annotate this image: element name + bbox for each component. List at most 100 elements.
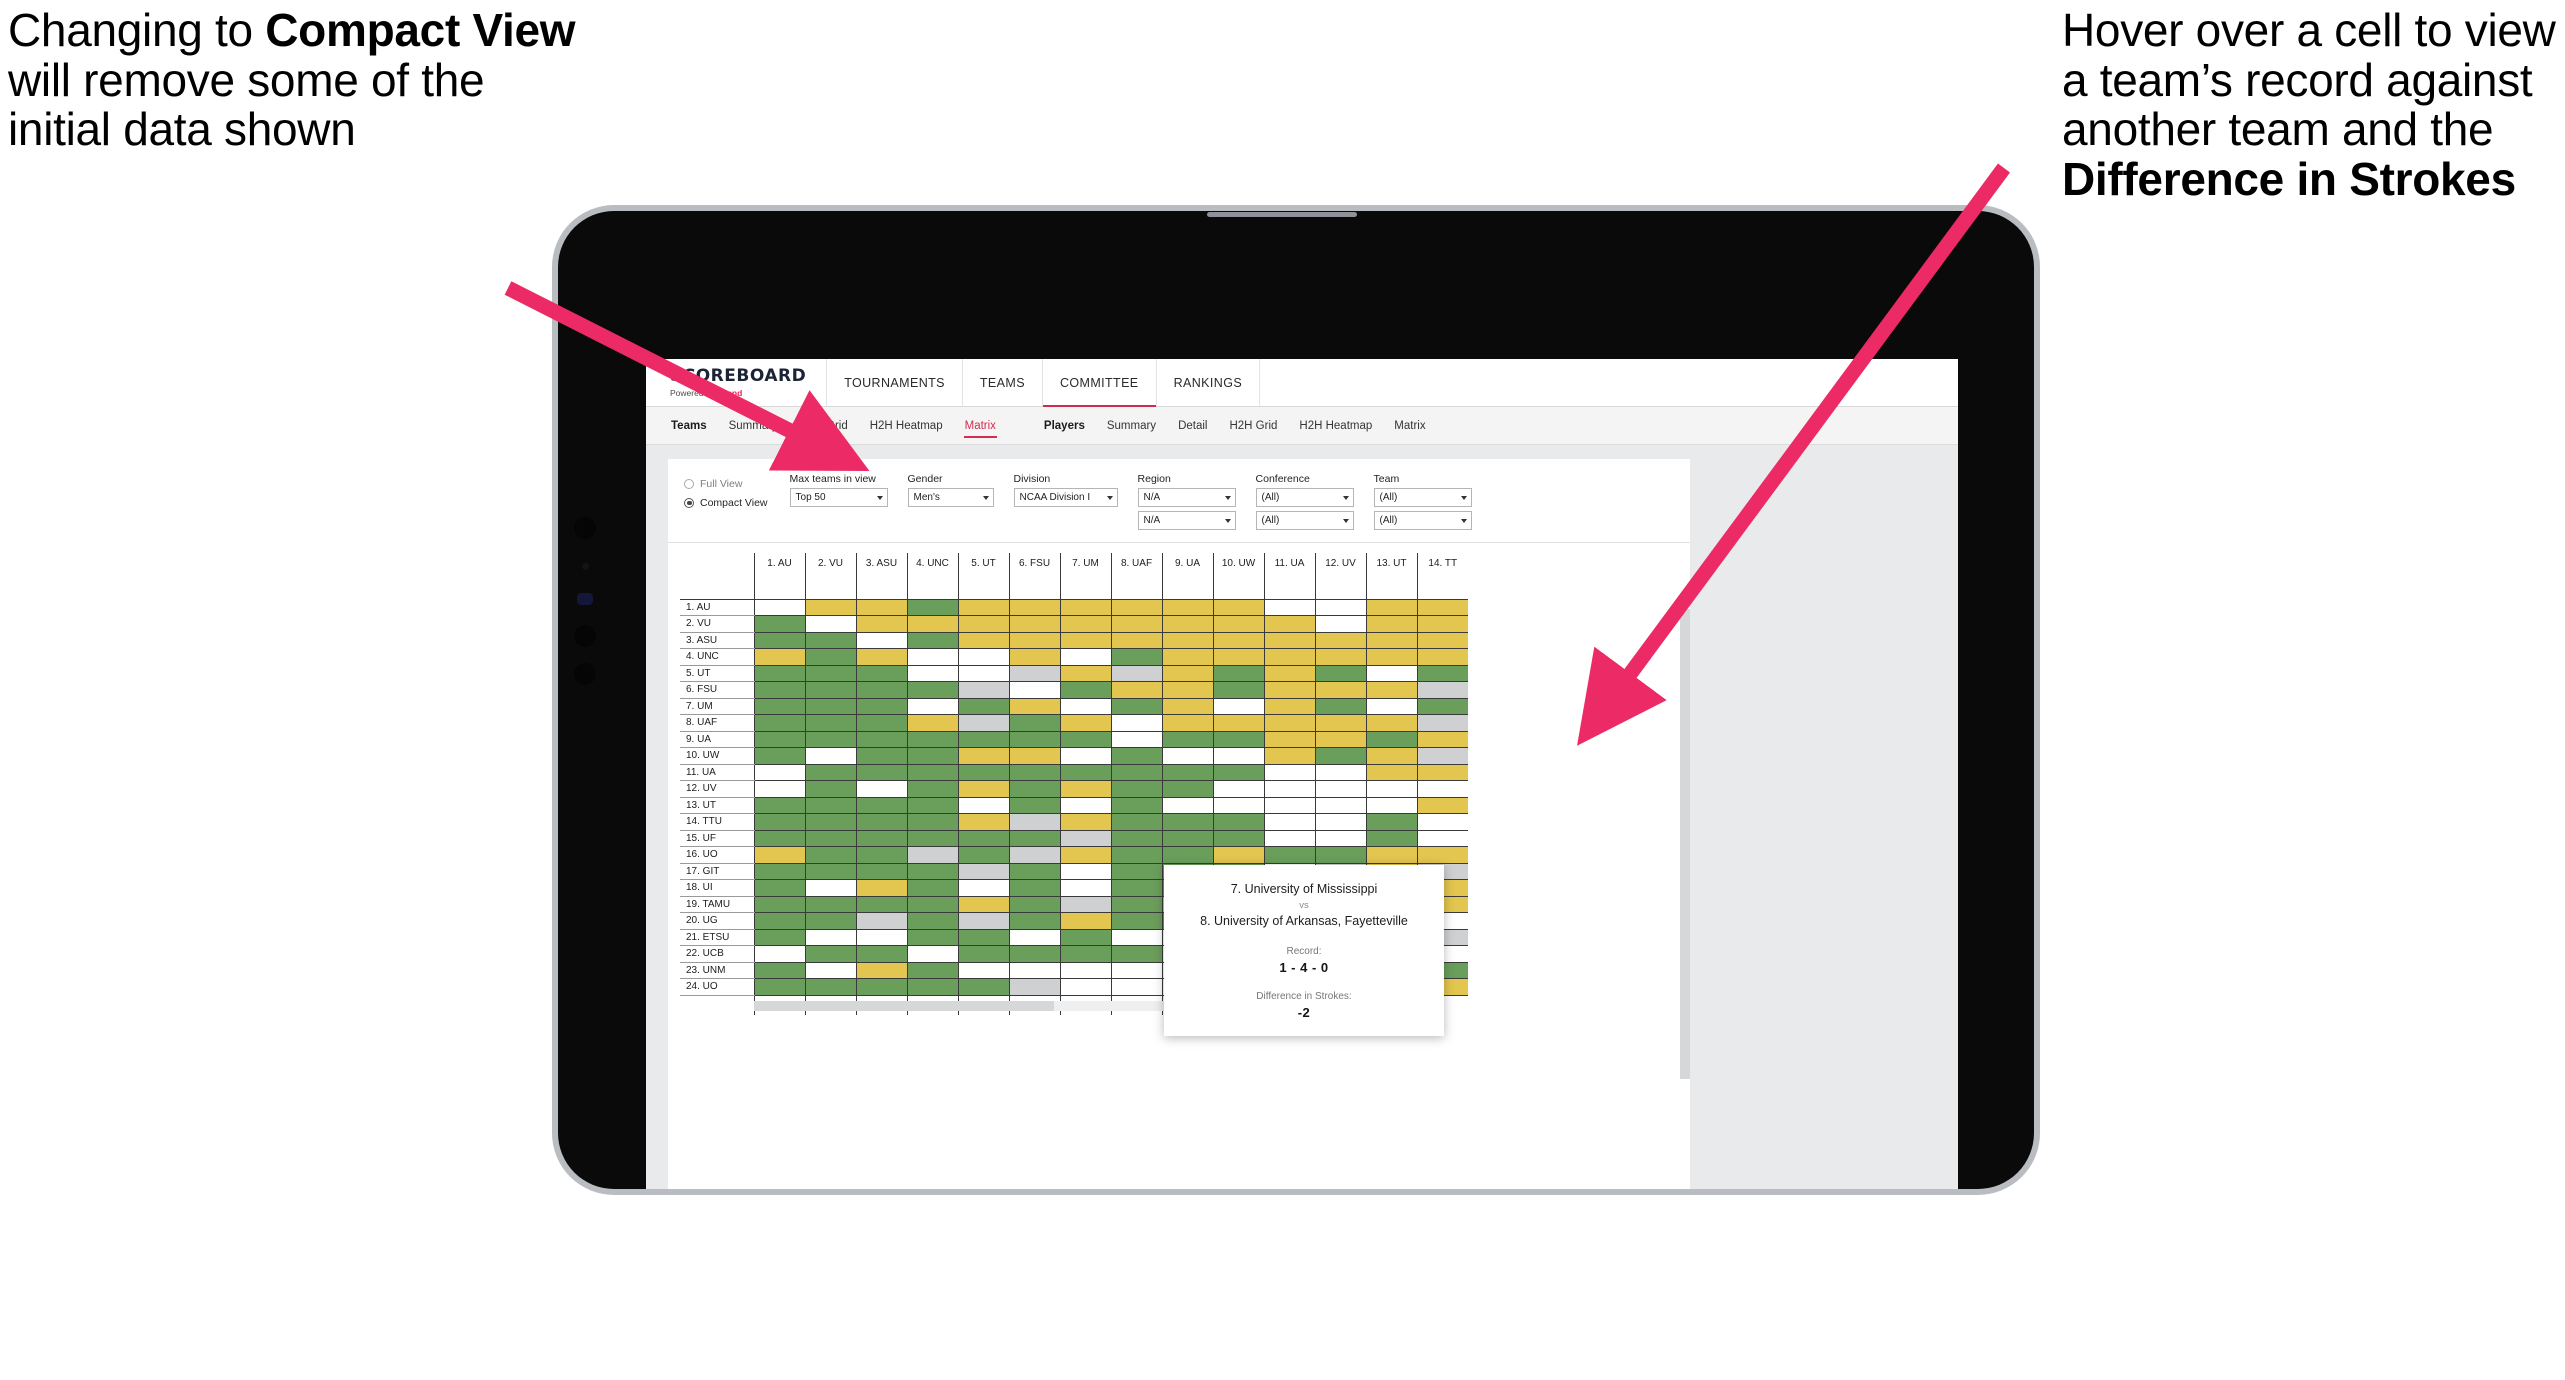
matrix-cell[interactable] [804, 879, 856, 897]
matrix-cell[interactable] [1161, 665, 1213, 682]
matrix-cell[interactable] [957, 978, 1009, 996]
matrix-cell[interactable] [1110, 830, 1162, 847]
matrix-cell[interactable] [1008, 714, 1060, 732]
volume-button-up[interactable] [574, 517, 596, 539]
subnav-players-h2h-grid[interactable]: H2H Grid [1218, 407, 1288, 444]
matrix-cell[interactable] [906, 780, 958, 798]
matrix-cell[interactable] [957, 731, 1009, 748]
matrix-cell[interactable] [804, 599, 856, 616]
matrix-cell[interactable] [855, 863, 907, 880]
radio-full-view[interactable]: Full View [684, 475, 768, 492]
matrix-cell[interactable] [753, 714, 805, 732]
matrix-cell[interactable] [957, 813, 1009, 831]
matrix-cell[interactable] [1059, 896, 1111, 913]
matrix-cell[interactable] [1263, 813, 1315, 831]
matrix-cell[interactable] [1008, 962, 1060, 979]
matrix-cell[interactable] [1110, 698, 1162, 715]
matrix-cell[interactable] [906, 665, 958, 682]
matrix-cell[interactable] [1161, 731, 1213, 748]
matrix-cell[interactable] [1212, 764, 1264, 781]
matrix-cell[interactable] [1416, 846, 1468, 864]
matrix-cell[interactable] [906, 681, 958, 699]
matrix-cell[interactable] [804, 846, 856, 864]
matrix-cell[interactable] [1008, 797, 1060, 814]
matrix-cell[interactable] [804, 962, 856, 979]
matrix-cell[interactable] [1110, 863, 1162, 880]
matrix-cell[interactable] [1059, 599, 1111, 616]
matrix-cell[interactable] [1263, 797, 1315, 814]
matrix-cell[interactable] [1314, 599, 1366, 616]
matrix-cell[interactable] [855, 714, 907, 732]
matrix-cell[interactable] [855, 615, 907, 633]
matrix-cell[interactable] [1365, 731, 1417, 748]
matrix-cell[interactable] [906, 648, 958, 666]
subnav-players-detail[interactable]: Detail [1167, 407, 1218, 444]
matrix-cell[interactable] [906, 632, 958, 649]
matrix-cell[interactable] [1263, 714, 1315, 732]
subnav-players-summary[interactable]: Summary [1096, 407, 1167, 444]
matrix-cell[interactable] [753, 813, 805, 831]
matrix-cell[interactable] [1263, 846, 1315, 864]
matrix-cell[interactable] [1110, 731, 1162, 748]
matrix-cell[interactable] [1212, 846, 1264, 864]
matrix-cell[interactable] [1008, 665, 1060, 682]
matrix-cell[interactable] [1059, 929, 1111, 946]
matrix-cell[interactable] [1161, 714, 1213, 732]
matrix-cell[interactable] [1008, 731, 1060, 748]
matrix-cell[interactable] [957, 830, 1009, 847]
matrix-cell[interactable] [1161, 632, 1213, 649]
matrix-cell[interactable] [1263, 648, 1315, 666]
radio-compact-view[interactable]: Compact View [684, 494, 768, 511]
matrix-cell[interactable] [855, 830, 907, 847]
matrix-cell[interactable] [1365, 632, 1417, 649]
subnav-players-h2h-heatmap[interactable]: H2H Heatmap [1288, 407, 1383, 444]
topnav-item-committee[interactable]: COMMITTEE [1042, 359, 1157, 407]
matrix-cell[interactable] [1161, 747, 1213, 765]
matrix-cell[interactable] [1416, 681, 1468, 699]
matrix-cell[interactable] [753, 780, 805, 798]
matrix-cell[interactable] [1263, 764, 1315, 781]
matrix-cell[interactable] [855, 731, 907, 748]
matrix-cell[interactable] [1212, 665, 1264, 682]
matrix-cell[interactable] [1059, 912, 1111, 930]
matrix-cell[interactable] [957, 764, 1009, 781]
matrix-cell[interactable] [855, 681, 907, 699]
matrix-cell[interactable] [1110, 681, 1162, 699]
matrix-cell[interactable] [1416, 665, 1468, 682]
matrix-cell[interactable] [1008, 830, 1060, 847]
matrix-cell[interactable] [855, 846, 907, 864]
matrix-cell[interactable] [1416, 731, 1468, 748]
matrix-cell[interactable] [957, 896, 1009, 913]
matrix-cell[interactable] [1365, 599, 1417, 616]
vertical-scrollbar-thumb[interactable] [1680, 609, 1690, 1079]
matrix-cell[interactable] [1008, 879, 1060, 897]
matrix-cell[interactable] [1314, 615, 1366, 633]
matrix-cell[interactable] [855, 632, 907, 649]
matrix-cell[interactable] [1314, 714, 1366, 732]
matrix-cell[interactable] [957, 863, 1009, 880]
select-division[interactable]: NCAA Division I [1013, 488, 1118, 507]
matrix-cell[interactable] [1110, 797, 1162, 814]
matrix-cell[interactable] [804, 945, 856, 963]
matrix-cell[interactable] [1416, 813, 1468, 831]
matrix-cell[interactable] [855, 764, 907, 781]
matrix-cell[interactable] [855, 896, 907, 913]
matrix-cell[interactable] [1314, 764, 1366, 781]
matrix-cell[interactable] [753, 615, 805, 633]
matrix-cell[interactable] [1059, 846, 1111, 864]
matrix-cell[interactable] [1059, 681, 1111, 699]
matrix-cell[interactable] [1059, 665, 1111, 682]
matrix-cell[interactable] [1365, 830, 1417, 847]
matrix-cell[interactable] [1365, 764, 1417, 781]
matrix-cell[interactable] [1110, 747, 1162, 765]
matrix-cell[interactable] [1365, 648, 1417, 666]
matrix-cell[interactable] [1263, 747, 1315, 765]
matrix-cell[interactable] [906, 896, 958, 913]
matrix-cell[interactable] [753, 764, 805, 781]
matrix-cell[interactable] [753, 896, 805, 913]
matrix-cell[interactable] [1059, 962, 1111, 979]
matrix-cell[interactable] [957, 681, 1009, 699]
matrix-cell[interactable] [1059, 863, 1111, 880]
matrix-cell[interactable] [906, 714, 958, 732]
matrix-cell[interactable] [855, 945, 907, 963]
